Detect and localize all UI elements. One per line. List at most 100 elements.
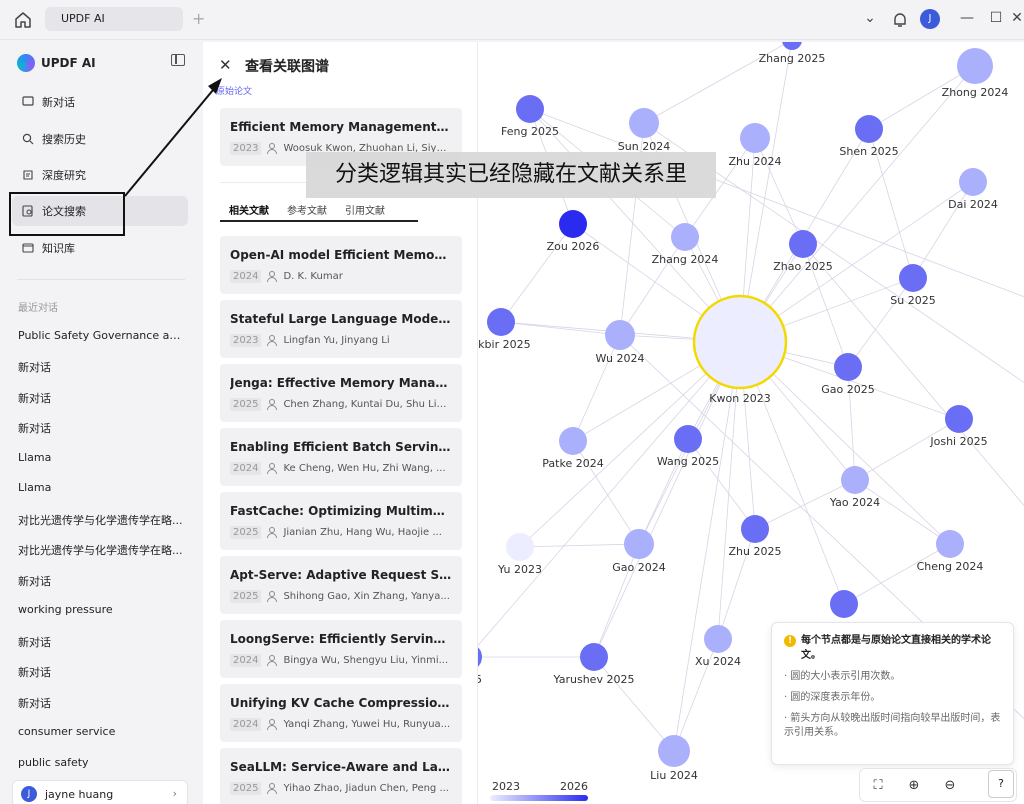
person-icon (267, 655, 278, 666)
paper-title: Jenga: Effective Memory Manage... (230, 376, 452, 390)
graph-node-label: Su 2025 (890, 294, 935, 307)
graph-node-label: Zhong 2024 (942, 86, 1009, 99)
year-gradient-bar (490, 795, 588, 801)
graph-node[interactable] (559, 210, 587, 238)
paper-card[interactable]: LoongServe: Efficiently Serving Lo... 20… (220, 620, 462, 678)
graph-node[interactable] (674, 425, 702, 453)
recent-chat-item[interactable]: 新对话 (18, 573, 183, 589)
recent-chat-item[interactable]: 对比光遗传学与化学遗传学在略... (18, 512, 183, 528)
graph-node-center[interactable] (692, 294, 788, 390)
paper-meta: 2025 Jianian Zhu, Hang Wu, Haojie ... (230, 526, 452, 539)
graph-node[interactable] (487, 308, 515, 336)
graph-node[interactable] (624, 529, 654, 559)
minimize-icon[interactable]: — (957, 10, 977, 30)
paper-authors: Shihong Gao, Xin Zhang, Yanya... (283, 591, 450, 602)
citation-edge (847, 277, 914, 368)
year-badge: 2024 (230, 654, 262, 667)
paper-card[interactable]: FastCache: Optimizing Multimoda... 2025 J… (220, 492, 462, 550)
year-badge: 2025 (230, 782, 262, 795)
citation-edge (912, 181, 974, 279)
graph-node[interactable] (936, 530, 964, 558)
maximize-icon[interactable]: ☐ (986, 10, 1006, 30)
paper-card[interactable]: Jenga: Effective Memory Manage... 2025 Ch… (220, 364, 462, 422)
recent-chat-item[interactable]: Public Safety Governance an... (18, 329, 183, 342)
help-icon[interactable]: ? (988, 770, 1014, 798)
recent-chat-item[interactable]: 新对话 (18, 695, 183, 711)
graph-node[interactable] (741, 515, 769, 543)
paper-meta: 2025 Shihong Gao, Xin Zhang, Yanya... (230, 590, 452, 603)
graph-node[interactable] (559, 427, 587, 455)
graph-node[interactable] (516, 95, 544, 123)
tab-citations[interactable]: 引用文献 (336, 202, 394, 220)
graph-node-label: Zou 2026 (547, 240, 600, 253)
bell-icon[interactable] (890, 10, 910, 30)
avatar[interactable]: J (920, 9, 940, 29)
graph-node[interactable] (855, 115, 883, 143)
graph-node[interactable] (789, 230, 817, 258)
citation-edge (854, 479, 951, 545)
paper-card[interactable]: Unifying KV Cache Compression f... 2024 Y… (220, 684, 462, 742)
chevron-right-icon: › (172, 787, 177, 800)
graph-node[interactable] (782, 42, 802, 50)
recent-chat-item[interactable]: 新对话 (18, 664, 183, 680)
zoom-in-icon[interactable]: ⊕ (896, 768, 932, 802)
citation-edge (478, 341, 741, 647)
recent-chat-item[interactable]: Llama (18, 481, 183, 494)
graph-node[interactable] (506, 533, 534, 561)
paper-title: SeaLLM: Service-Aware and Laten... (230, 760, 452, 774)
recent-chat-item[interactable]: consumer service (18, 725, 183, 738)
person-icon (267, 463, 278, 474)
recent-chat-item[interactable]: public safety (18, 756, 183, 769)
info-heading-text: 每个节点都是与原始论文直接相关的学术论文。 (801, 635, 991, 661)
citation-edge (754, 137, 804, 245)
graph-node[interactable] (959, 168, 987, 196)
graph-node-label: Zhao 2025 (773, 260, 832, 273)
recent-chat-item[interactable]: 新对话 (18, 420, 183, 436)
paper-card[interactable]: Enabling Efficient Batch Serving f... 20… (220, 428, 462, 486)
graph-node[interactable] (957, 48, 993, 84)
recent-chat-item[interactable]: Llama (18, 451, 183, 464)
paper-card[interactable]: Stateful Large Language Model Se... 2023… (220, 300, 462, 358)
graph-node[interactable] (841, 466, 869, 494)
recent-chat-item[interactable]: 新对话 (18, 634, 183, 650)
fit-view-icon[interactable]: ⛶ (860, 768, 896, 802)
graph-node[interactable] (704, 625, 732, 653)
person-icon (267, 783, 278, 794)
info-bullet: · 圆的深度表示年份。 (784, 692, 881, 703)
graph-node-label: Gao 2024 (612, 561, 666, 574)
paper-meta: 2024 Ke Cheng, Wen Hu, Zhi Wang, ... (230, 462, 452, 475)
zoom-out-icon[interactable]: ⊖ (932, 768, 968, 802)
graph-node[interactable] (605, 320, 635, 350)
recent-chat-item[interactable]: 新对话 (18, 390, 183, 406)
paper-authors: Lingfan Yu, Jinyang Li (283, 335, 390, 346)
person-icon (267, 591, 278, 602)
person-icon (267, 527, 278, 538)
paper-card[interactable]: SeaLLM: Service-Aware and Laten... 2025 Y… (220, 748, 462, 804)
recent-chat-item[interactable]: 对比光遗传学与化学遗传学在略... (18, 542, 183, 558)
graph-node-label: Xu 2024 (695, 655, 741, 668)
graph-node[interactable] (629, 108, 659, 138)
graph-node-label: akbir 2025 (478, 338, 531, 351)
citation-edge (739, 65, 976, 343)
recent-chat-item[interactable]: working pressure (18, 603, 183, 616)
graph-node[interactable] (580, 643, 608, 671)
graph-node[interactable] (945, 405, 973, 433)
user-name: jayne huang (45, 787, 114, 801)
year-badge: 2025 (230, 526, 262, 539)
citation-edge (593, 341, 741, 658)
paper-card[interactable]: Apt-Serve: Adaptive Request Sche... 2025… (220, 556, 462, 614)
info-icon: ! (784, 635, 796, 647)
info-bullet-text: 圆的深度表示年份。 (790, 692, 881, 703)
graph-node[interactable] (671, 223, 699, 251)
close-icon[interactable]: ✕ (1010, 10, 1024, 30)
chevron-down-icon[interactable]: ⌄ (860, 10, 880, 30)
graph-node[interactable] (740, 123, 770, 153)
graph-node[interactable] (834, 353, 862, 381)
graph-node[interactable] (830, 590, 858, 618)
graph-node[interactable] (899, 264, 927, 292)
recent-chat-item[interactable]: 新对话 (18, 359, 183, 375)
graph-node-label: Yarushev 2025 (553, 673, 635, 686)
graph-node[interactable] (478, 643, 482, 671)
user-account[interactable]: J jayne huang › (12, 780, 188, 804)
graph-node[interactable] (658, 735, 690, 767)
